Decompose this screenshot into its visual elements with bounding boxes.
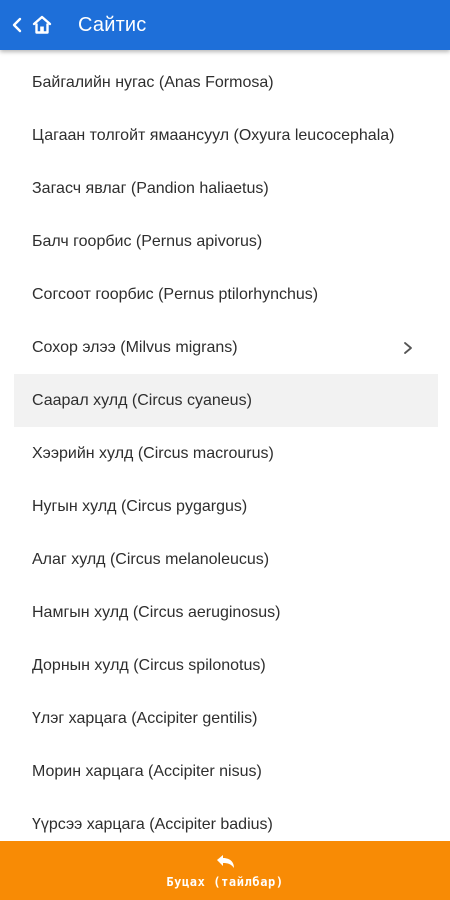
- chevron-left-icon: [12, 17, 22, 33]
- list-item[interactable]: Үүрсээ харцага (Accipiter badius): [0, 798, 450, 840]
- list-item[interactable]: Нугын хулд (Circus pygargus): [0, 480, 450, 533]
- back-description-label: Буцах (тайлбар): [166, 874, 284, 889]
- list-item-label: Балч гоорбис (Pernus apivorus): [32, 232, 263, 250]
- list-item[interactable]: Балч гоорбис (Pernus apivorus): [0, 215, 450, 268]
- list-item[interactable]: Дорнын хулд (Circus spilonotus): [0, 639, 450, 692]
- list-item-label: Дорнын хулд (Circus spilonotus): [32, 656, 266, 674]
- list-item[interactable]: Байгалийн нугас (Anas Formosa): [0, 56, 450, 109]
- list-item[interactable]: Цагаан толгойт ямаансуул (Oxyura leucoce…: [0, 109, 450, 162]
- undo-icon: [217, 854, 234, 868]
- home-button[interactable]: [28, 0, 56, 50]
- home-icon: [32, 15, 52, 34]
- list-item-label: Хээрийн хулд (Circus macrourus): [32, 444, 274, 462]
- list-item-label: Саарал хулд (Circus cyaneus): [32, 391, 252, 409]
- list-item-label: Сохор элээ (Milvus migrans): [32, 338, 238, 356]
- species-list[interactable]: Байгалийн нугас (Anas Formosa) Цагаан тол…: [0, 56, 450, 840]
- page-title: Сайтис: [78, 13, 147, 36]
- list-item-label: Морин харцага (Accipiter nisus): [32, 762, 262, 780]
- back-button[interactable]: [6, 0, 28, 50]
- list-item[interactable]: Загасч явлаг (Pandion haliaetus): [0, 162, 450, 215]
- list-item-label: Нугын хулд (Circus pygargus): [32, 497, 248, 515]
- list-item[interactable]: Хээрийн хулд (Circus macrourus): [0, 427, 450, 480]
- list-item-label: Согсоот гоорбис (Pernus ptilorhynchus): [32, 285, 319, 303]
- list-item-label: Үүрсээ харцага (Accipiter badius): [32, 815, 273, 833]
- back-description-button[interactable]: Буцах (тайлбар): [0, 841, 450, 900]
- list-item-label: Үлэг харцага (Accipiter gentilis): [32, 709, 258, 727]
- list-item-label: Байгалийн нугас (Anas Formosa): [32, 73, 274, 91]
- list-item[interactable]: Сохор элээ (Milvus migrans): [0, 321, 450, 374]
- list-item-label: Алаг хулд (Circus melanoleucus): [32, 550, 270, 568]
- app-bar: Сайтис: [0, 0, 450, 50]
- list-item-label: Загасч явлаг (Pandion haliaetus): [32, 179, 269, 197]
- list-item-label: Намгын хулд (Circus aeruginosus): [32, 603, 281, 621]
- list-item[interactable]: Үлэг харцага (Accipiter gentilis): [0, 692, 450, 745]
- list-item-label: Цагаан толгойт ямаансуул (Oxyura leucoce…: [32, 126, 395, 144]
- list-item[interactable]: Морин харцага (Accipiter nisus): [0, 745, 450, 798]
- list-item[interactable]: Алаг хулд (Circus melanoleucus): [0, 533, 450, 586]
- list-item[interactable]: Саарал хулд (Circus cyaneus): [14, 374, 438, 427]
- chevron-right-icon[interactable]: [402, 341, 414, 355]
- list-item[interactable]: Намгын хулд (Circus aeruginosus): [0, 586, 450, 639]
- list-item[interactable]: Согсоот гоорбис (Pernus ptilorhynchus): [0, 268, 450, 321]
